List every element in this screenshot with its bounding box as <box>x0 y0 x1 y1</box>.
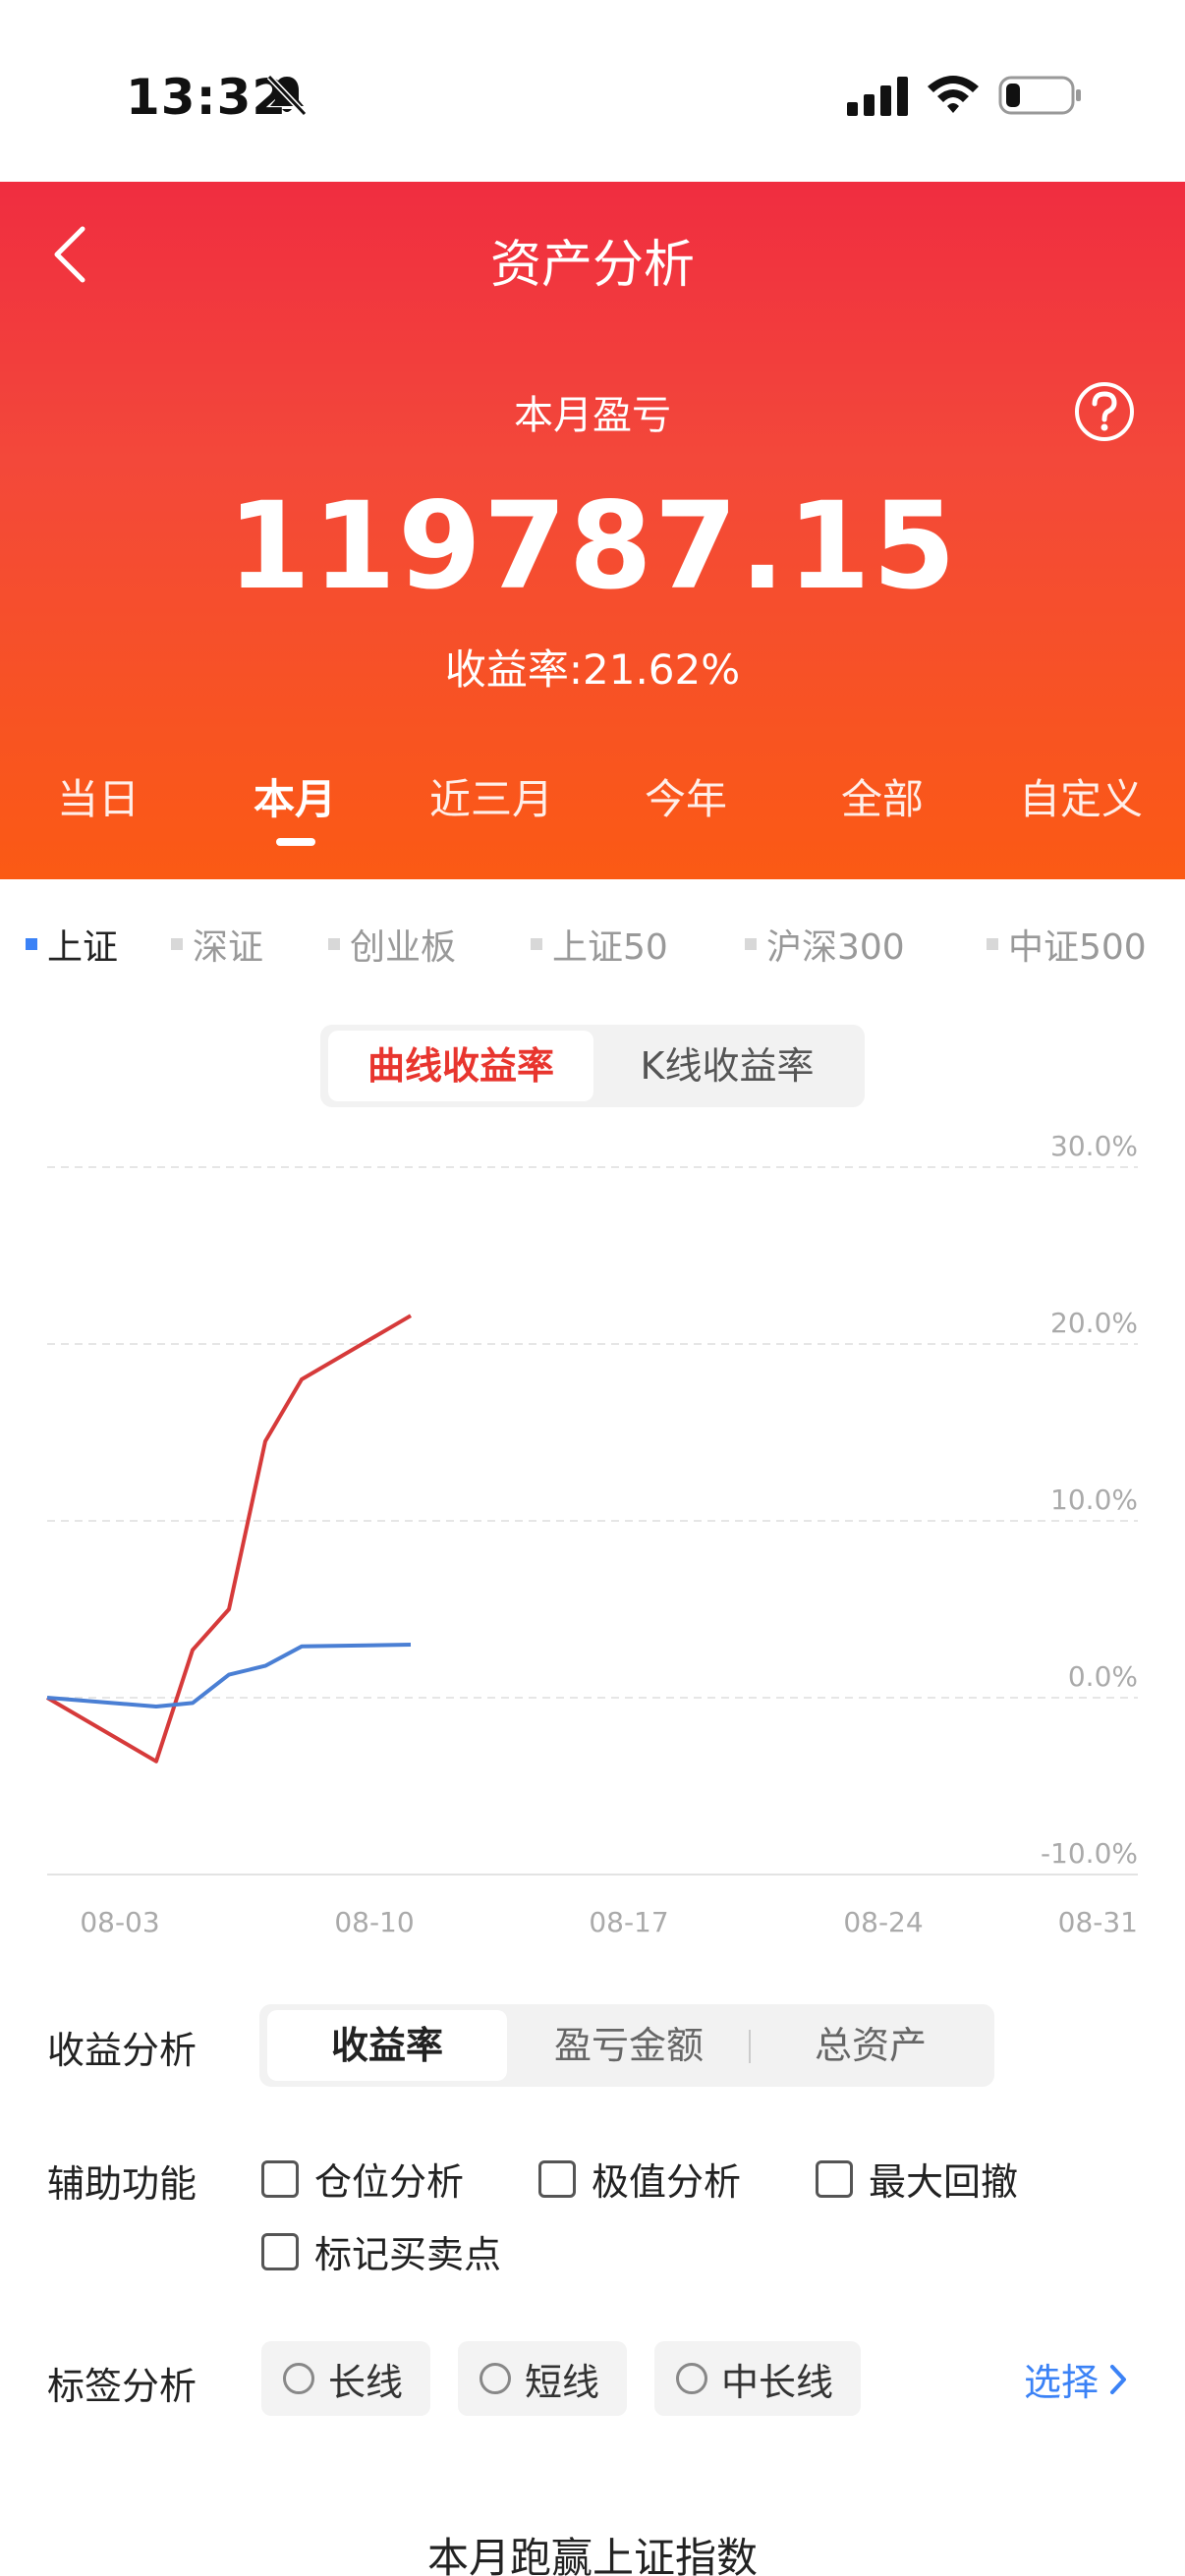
legend-marker <box>328 938 340 950</box>
tab-this-year[interactable]: 今年 <box>597 766 774 826</box>
index-label: 上证50 <box>552 927 668 968</box>
tab-all[interactable]: 全部 <box>794 766 971 826</box>
tab-this-month[interactable]: 本月 <box>206 766 383 826</box>
tag-label: 标签分析 <box>47 2365 198 2408</box>
index-shenzhen[interactable]: 深证 <box>171 919 263 970</box>
tag-mid-long-term[interactable]: 中长线 <box>654 2341 861 2416</box>
position-analysis-checkbox[interactable]: 仓位分析 <box>261 2152 464 2206</box>
index-legend: 上证 深证 创业板 上证50 沪深300 中证500 <box>0 919 1185 968</box>
checkbox-label: 仓位分析 <box>314 2160 465 2204</box>
y-tick-label: -10.0% <box>1041 1837 1138 1870</box>
monthly-pl-label: 本月盈亏 <box>514 393 671 438</box>
legend-marker <box>171 938 183 950</box>
x-tick-label: 08-24 <box>843 1906 923 1935</box>
help-icon[interactable] <box>1073 380 1136 443</box>
asset-header: 资产分析 本月盈亏 119787.15 收益率:21.62% 当日 本月 近三月… <box>0 182 1185 879</box>
index-shanghai[interactable]: 上证 <box>26 919 118 970</box>
max-drawdown-checkbox[interactable]: 最大回撤 <box>816 2152 1018 2206</box>
period-tabs: 当日 本月 近三月 今年 全部 自定义 <box>0 766 1185 865</box>
tab-custom[interactable]: 自定义 <box>992 766 1169 826</box>
tag-long-term[interactable]: 长线 <box>261 2341 430 2416</box>
chart-mode-switch: 曲线收益率 K线收益率 <box>320 1025 865 1107</box>
analysis-total-assets[interactable]: 总资产 <box>751 2010 990 2081</box>
x-tick-label: 08-10 <box>334 1906 414 1935</box>
extreme-analysis-checkbox[interactable]: 极值分析 <box>538 2152 741 2206</box>
tag-text: 中长线 <box>721 2360 834 2404</box>
status-time: 13:32 <box>126 69 288 126</box>
active-tab-indicator <box>276 838 315 846</box>
mark-trades-checkbox[interactable]: 标记买卖点 <box>261 2224 501 2278</box>
checkbox-box <box>261 2232 299 2270</box>
tag-text: 长线 <box>328 2360 404 2404</box>
radio-icon <box>480 2363 511 2394</box>
index-chinext[interactable]: 创业板 <box>328 919 456 970</box>
portfolio-return-line <box>45 1314 413 1764</box>
index-label: 中证500 <box>1008 927 1147 968</box>
beat-index-title: 本月跑赢上证指数 <box>426 2534 758 2576</box>
index-sse50[interactable]: 上证50 <box>531 919 668 970</box>
tag-text: 短线 <box>525 2360 600 2404</box>
legend-marker <box>531 938 542 950</box>
page-title: 资产分析 <box>489 236 695 295</box>
monthly-pl-value: 119787.15 <box>227 476 958 616</box>
analysis-pl-amount[interactable]: 盈亏金额 <box>509 2010 749 2081</box>
chevron-right-icon <box>1110 2364 1127 2394</box>
checkbox-box <box>816 2159 853 2198</box>
x-tick-label: 08-31 <box>1058 1906 1138 1935</box>
index-label: 创业板 <box>350 927 457 968</box>
return-rate: 收益率:21.62% <box>444 645 741 694</box>
kline-return-tab[interactable]: K线收益率 <box>595 1031 859 1101</box>
index-csi500[interactable]: 中证500 <box>987 919 1147 970</box>
checkbox-label: 极值分析 <box>592 2160 742 2204</box>
y-tick-label: 10.0% <box>1050 1484 1138 1516</box>
index-label: 深证 <box>193 927 264 968</box>
y-tick-label: 30.0% <box>1050 1130 1138 1162</box>
analysis-label: 收益分析 <box>47 2029 198 2072</box>
battery-icon <box>998 76 1081 115</box>
wifi-icon <box>928 76 979 113</box>
checkbox-label: 标记买卖点 <box>314 2233 502 2276</box>
aux-label: 辅助功能 <box>47 2162 198 2206</box>
select-label: 选择 <box>1024 2361 1100 2404</box>
checkbox-label: 最大回撤 <box>869 2160 1019 2204</box>
x-tick-label: 08-03 <box>80 1906 159 1935</box>
index-label: 沪深300 <box>766 927 905 968</box>
tag-short-term[interactable]: 短线 <box>458 2341 627 2416</box>
index-csi300[interactable]: 沪深300 <box>745 919 905 970</box>
curve-return-tab[interactable]: 曲线收益率 <box>328 1031 593 1101</box>
legend-marker <box>745 938 757 950</box>
legend-marker <box>987 938 998 950</box>
x-tick-label: 08-17 <box>589 1906 668 1935</box>
cellular-signal-icon <box>847 77 908 116</box>
index-label: 上证 <box>47 927 119 968</box>
return-line-chart: 30.0% 20.0% 10.0% 0.0% -10.0% 08-03 08-10 08-17… <box>45 1130 1138 1935</box>
radio-icon <box>283 2363 314 2394</box>
segment-divider <box>749 2030 751 2063</box>
tab-today[interactable]: 当日 <box>10 766 187 826</box>
status-bar: 13:32 <box>0 0 1185 182</box>
y-tick-label: 0.0% <box>1068 1660 1138 1693</box>
analysis-switch: 收益率 盈亏金额 总资产 <box>259 2004 994 2087</box>
checkbox-box <box>261 2159 299 2198</box>
tab-three-months[interactable]: 近三月 <box>403 766 580 826</box>
select-tags-button[interactable]: 选择 <box>1024 2352 1130 2406</box>
bell-muted-icon <box>266 74 308 117</box>
checkbox-box <box>538 2159 576 2198</box>
analysis-return-rate[interactable]: 收益率 <box>267 2010 507 2081</box>
radio-icon <box>676 2363 707 2394</box>
legend-marker <box>26 938 37 950</box>
y-tick-label: 20.0% <box>1050 1307 1138 1339</box>
